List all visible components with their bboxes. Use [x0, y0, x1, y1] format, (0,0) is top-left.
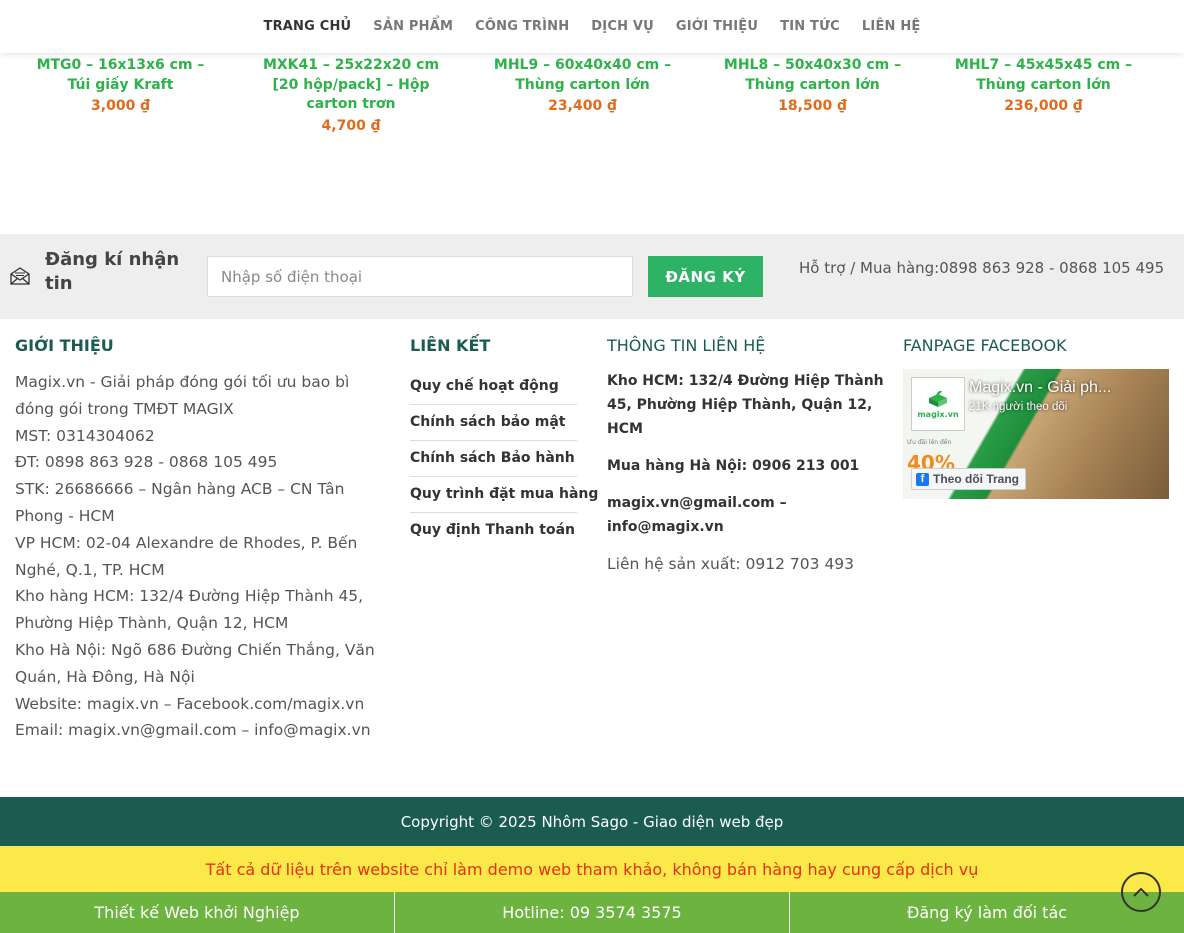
- about-line[interactable]: Website: magix.vn – Facebook.com/magix.v…: [15, 691, 385, 718]
- newsletter-bar: Đăng kí nhận tin ĐĂNG KÝ Hỗ trợ / Mua hà…: [0, 234, 1184, 319]
- about-line: Kho hàng HCM: 132/4 Đường Hiệp Thành 45,…: [15, 587, 364, 633]
- product-card[interactable]: MHL9 – 60x40x40 cm – Thùng carton lớn 23…: [490, 56, 675, 116]
- leaf-box-icon: [929, 390, 947, 407]
- demo-notice-text: Tất cả dữ liệu trên website chỉ làm demo…: [205, 859, 979, 879]
- product-name[interactable]: MHL9 – 60x40x40 cm – Thùng carton lớn: [490, 56, 675, 95]
- bottom-cta-bar: Thiết kế Web khởi Nghiệp Hotline: 09 357…: [0, 892, 1184, 933]
- chevron-up-icon: [1133, 887, 1149, 897]
- about-line: ĐT: 0898 863 928 - 0868 105 495: [15, 453, 278, 472]
- product-price: 4,700 ₫: [321, 117, 381, 134]
- phone-input[interactable]: [207, 256, 633, 297]
- newsletter-title: Đăng kí nhận tin: [45, 249, 180, 294]
- back-to-top-button[interactable]: [1121, 872, 1161, 912]
- site-header: TRANG CHỦ SẢN PHẨM CÔNG TRÌNH DỊCH VỤ GI…: [0, 0, 1184, 53]
- product-name[interactable]: MTG0 – 16x13x6 cm – Túi giấy Kraft: [28, 56, 213, 95]
- contact-title: THÔNG TIN LIÊN HỆ: [607, 336, 766, 355]
- footer-link-warranty[interactable]: Chính sách Bảo hành: [410, 441, 577, 477]
- nav-item-services[interactable]: DỊCH VỤ: [580, 19, 665, 34]
- fanpage-title: FANPAGE FACEBOOK: [903, 336, 1067, 355]
- facebook-page-widget[interactable]: magix.vn Magix.vn - Giải ph... 21K người…: [903, 369, 1169, 499]
- product-name[interactable]: MHL7 – 45x45x45 cm – Thùng carton lớn: [951, 56, 1136, 95]
- main-nav: TRANG CHỦ SẢN PHẨM CÔNG TRÌNH DỊCH VỤ GI…: [0, 0, 1184, 53]
- about-line: Kho Hà Nội: Ngõ 686 Đường Chiến Thắng, V…: [15, 640, 375, 686]
- nav-item-contact[interactable]: LIÊN HỆ: [851, 19, 932, 34]
- copyright-bar: Copyright © 2025 Nhôm Sago - Giao diện w…: [0, 797, 1184, 846]
- product-name[interactable]: MHL8 – 50x40x30 cm – Thùng carton lớn: [720, 56, 905, 95]
- about-line: Magix.vn - Giải pháp đóng gói tối ưu bao…: [15, 373, 350, 418]
- fanpage-name[interactable]: Magix.vn - Giải ph...: [969, 379, 1111, 397]
- logo-text: magix.vn: [917, 409, 959, 419]
- footer-link-operations[interactable]: Quy chế hoạt động: [410, 369, 577, 405]
- contact-hanoi-phone: Mua hàng Hà Nội: 0906 213 001: [607, 458, 860, 474]
- about-title: GIỚI THIỆU: [15, 336, 114, 355]
- contact-production: Liên hệ sản xuất: 0912 703 493: [607, 555, 855, 573]
- promo-label: Ưu đãi lên đến: [907, 439, 952, 446]
- web-design-link[interactable]: Thiết kế Web khởi Nghiệp: [0, 892, 395, 933]
- follow-page-button[interactable]: f Theo dõi Trang: [911, 468, 1026, 490]
- product-price: 236,000 ₫: [1004, 98, 1083, 114]
- contact-warehouse: Kho HCM: 132/4 Đường Hiệp Thành 45, Phườ…: [607, 373, 884, 437]
- about-line: VP HCM: 02-04 Alexandre de Rhodes, P. Bế…: [15, 533, 358, 579]
- footer-links: Quy chế hoạt động Chính sách bảo mật Chí…: [410, 369, 598, 549]
- product-price: 23,400 ₫: [548, 98, 617, 114]
- envelope-open-icon: [10, 267, 30, 285]
- hotline-link[interactable]: Hotline: 09 3574 3575: [395, 892, 790, 933]
- links-title: LIÊN KẾT: [410, 336, 491, 355]
- nav-item-projects[interactable]: CÔNG TRÌNH: [464, 19, 580, 34]
- contact-info: Kho HCM: 132/4 Đường Hiệp Thành 45, Phườ…: [607, 369, 887, 576]
- product-card[interactable]: MXK41 – 25x22x20 cm [20 hộp/pack] – Hộp …: [251, 56, 451, 136]
- copyright-text: Copyright © 2025 Nhôm Sago - Giao diện w…: [400, 812, 784, 831]
- product-price: 18,500 ₫: [778, 98, 847, 114]
- nav-item-news[interactable]: TIN TỨC: [769, 19, 851, 34]
- about-text: Magix.vn - Giải pháp đóng gói tối ưu bao…: [15, 369, 385, 744]
- about-line[interactable]: Email: magix.vn@gmail.com – info@magix.v…: [15, 717, 385, 744]
- product-price: 3,000 ₫: [91, 98, 150, 114]
- facebook-icon: f: [916, 472, 929, 486]
- product-card[interactable]: MTG0 – 16x13x6 cm – Túi giấy Kraft 3,000…: [28, 56, 213, 116]
- nav-item-products[interactable]: SẢN PHẨM: [362, 19, 464, 34]
- footer-link-ordering[interactable]: Quy trình đặt mua hàng: [410, 477, 598, 513]
- product-card[interactable]: MHL7 – 45x45x45 cm – Thùng carton lớn 23…: [951, 56, 1136, 116]
- follow-page-label: Theo dõi Trang: [933, 472, 1019, 486]
- magix-logo: magix.vn: [911, 377, 965, 431]
- product-card[interactable]: MHL8 – 50x40x30 cm – Thùng carton lớn 18…: [720, 56, 905, 116]
- footer-link-privacy[interactable]: Chính sách bảo mật: [410, 405, 577, 441]
- support-hotline: Hỗ trợ / Mua hàng:0898 863 928 - 0868 10…: [799, 259, 1165, 277]
- subscribe-button[interactable]: ĐĂNG KÝ: [648, 256, 763, 297]
- fanpage-followers: 21K người theo dõi: [969, 401, 1068, 413]
- about-line: MST: 0314304062: [15, 426, 155, 445]
- product-name[interactable]: MXK41 – 25x22x20 cm [20 hộp/pack] – Hộp …: [251, 56, 451, 115]
- nav-item-home[interactable]: TRANG CHỦ: [253, 19, 363, 34]
- footer-columns: GIỚI THIỆU Magix.vn - Giải pháp đóng gói…: [0, 319, 1184, 797]
- nav-item-about[interactable]: GIỚI THIỆU: [665, 19, 769, 34]
- product-row: MTG0 – 16x13x6 cm – Túi giấy Kraft 3,000…: [0, 53, 1184, 234]
- contact-email[interactable]: magix.vn@gmail.com – info@magix.vn: [607, 491, 887, 539]
- demo-notice-bar: Tất cả dữ liệu trên website chỉ làm demo…: [0, 846, 1184, 892]
- footer-link-payment[interactable]: Quy định Thanh toán: [410, 513, 577, 549]
- about-line: STK: 26686666 – Ngân hàng ACB – CN Tân P…: [15, 480, 345, 525]
